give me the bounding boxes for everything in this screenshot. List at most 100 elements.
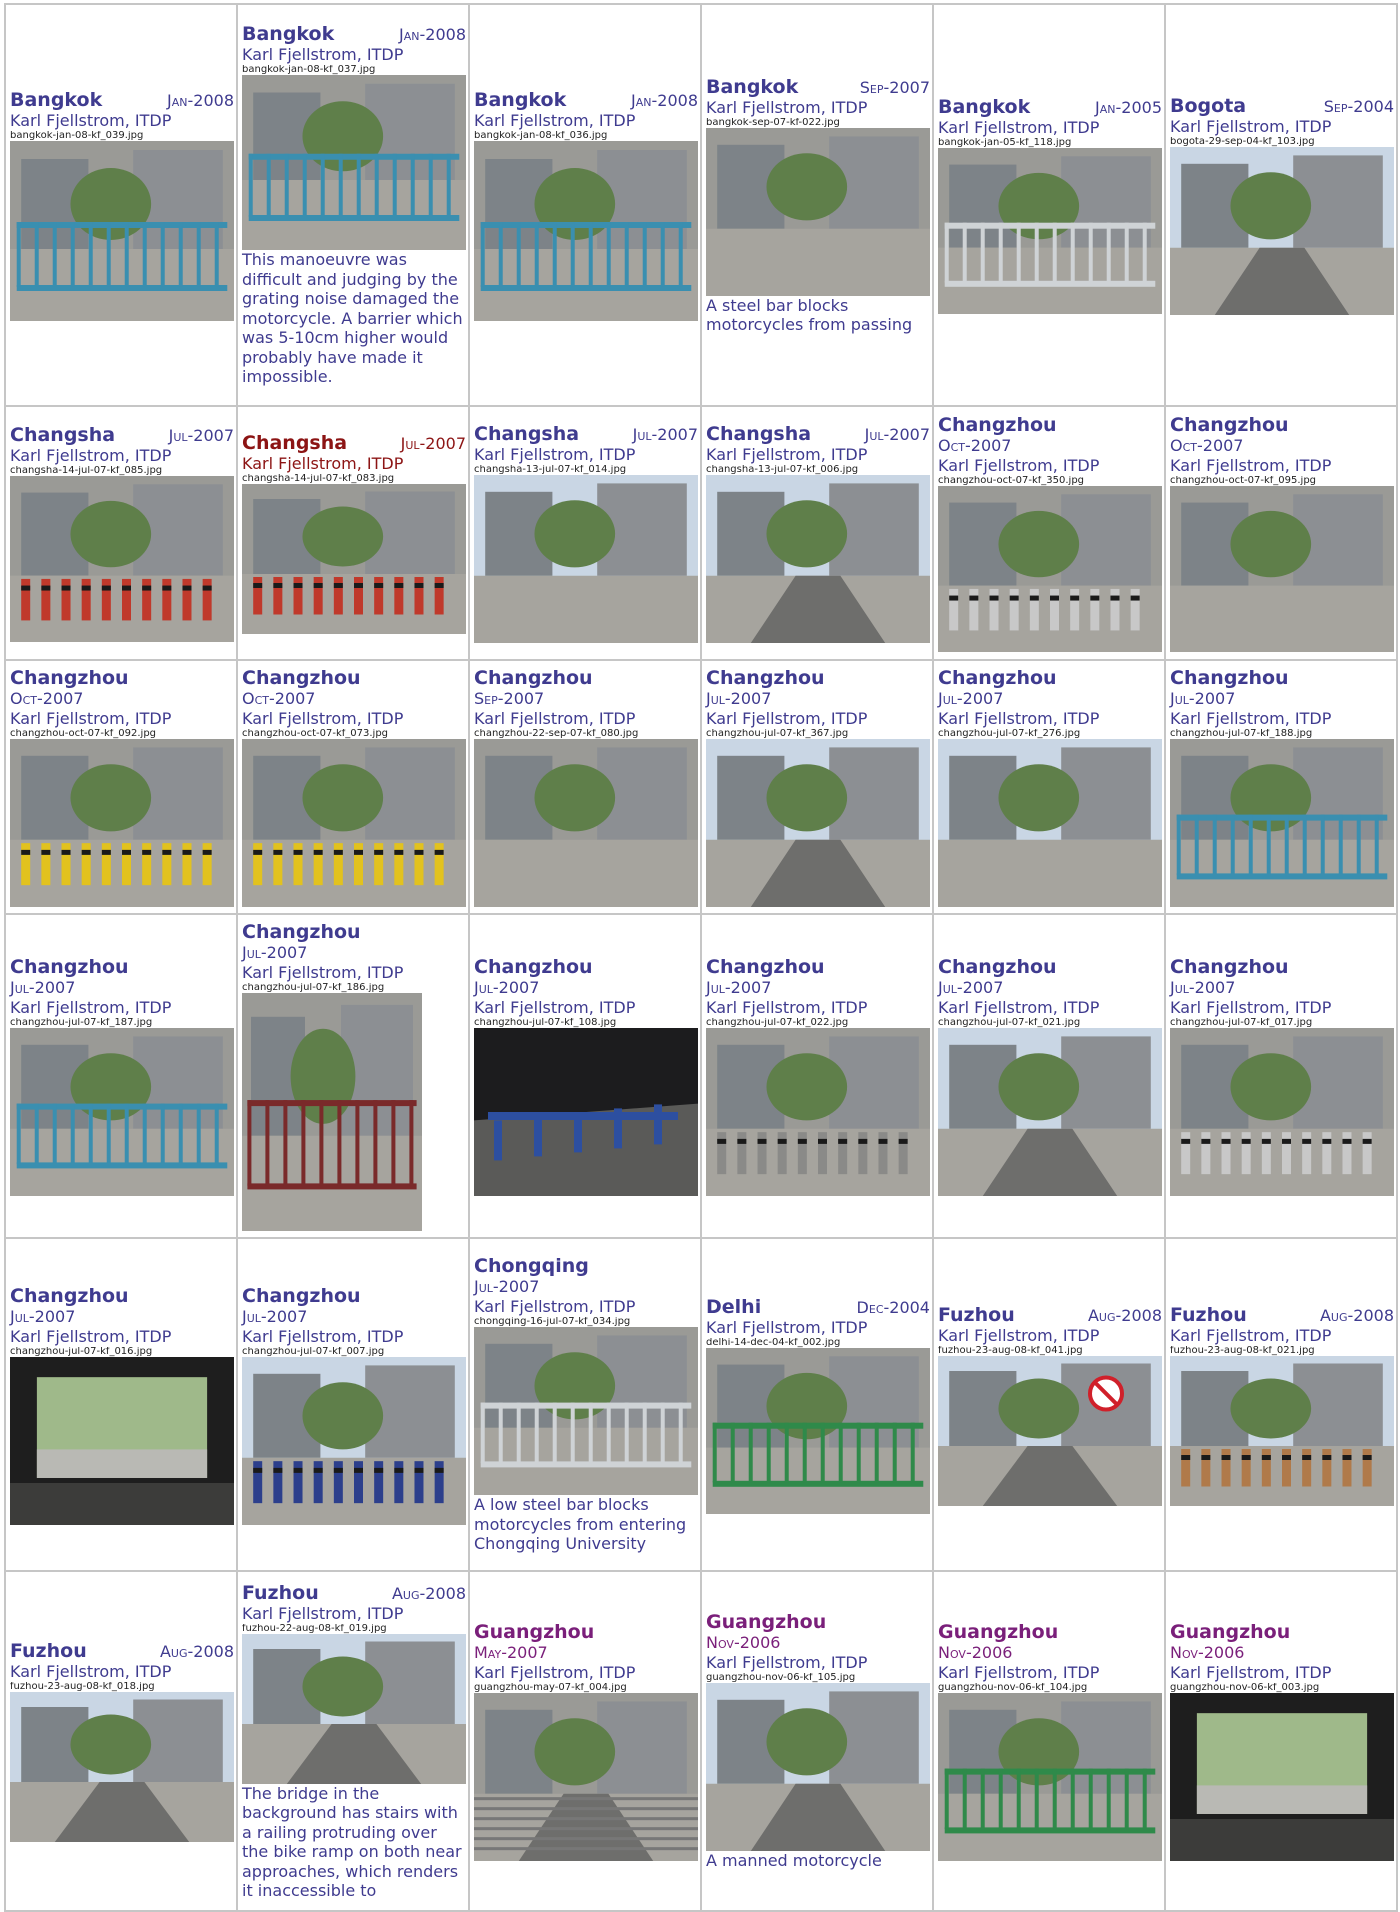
- photo-filename: changzhou-jul-07-kf_007.jpg: [242, 1346, 385, 1357]
- city-link[interactable]: Bangkok: [938, 96, 1030, 118]
- city-link[interactable]: Bangkok: [706, 76, 798, 98]
- photo-thumbnail[interactable]: [706, 475, 930, 643]
- photo-thumbnail[interactable]: [242, 739, 466, 907]
- card-header: Fuzhou Aug-2008: [242, 1582, 466, 1604]
- photo-thumbnail[interactable]: [938, 1693, 1162, 1861]
- photo-cell: Changsha Jul-2007 Karl Fjellstrom, ITDP cha…: [700, 405, 934, 661]
- city-link[interactable]: Fuzhou: [938, 1304, 1015, 1326]
- city-link[interactable]: Changzhou: [10, 667, 129, 689]
- photo-thumbnail[interactable]: [706, 1683, 930, 1852]
- card-header: Bangkok Jan-2008: [474, 89, 698, 111]
- photo-thumbnail[interactable]: [706, 739, 930, 907]
- photo-filename: changzhou-oct-07-kf_092.jpg: [10, 729, 157, 739]
- card-header: Delhi Dec-2004: [706, 1296, 930, 1318]
- photo-author: Karl Fjellstrom, ITDP: [706, 709, 868, 728]
- photo-date: Jan-2005: [1095, 98, 1162, 117]
- city-link[interactable]: Guangzhou: [706, 1611, 826, 1633]
- photo-thumbnail[interactable]: [938, 486, 1162, 652]
- city-link[interactable]: Delhi: [706, 1296, 761, 1318]
- photo-cell: Bogota Sep-2004 Karl Fjellstrom, ITDP bogot…: [1164, 3, 1398, 407]
- city-link[interactable]: Changzhou: [474, 667, 593, 689]
- photo-thumbnail[interactable]: [938, 1355, 1162, 1506]
- photo-thumbnail[interactable]: [706, 1347, 930, 1514]
- photo-thumbnail[interactable]: [474, 1028, 698, 1196]
- photo-thumbnail[interactable]: [1170, 739, 1394, 907]
- photo-thumbnail[interactable]: [474, 739, 698, 907]
- city-link[interactable]: Changzhou: [938, 956, 1057, 978]
- city-link[interactable]: Changsha: [242, 432, 347, 454]
- photo-filename: changzhou-jul-07-kf_367.jpg: [706, 729, 849, 739]
- photo-date: Jul-2007: [1170, 978, 1236, 997]
- photo-thumbnail[interactable]: [242, 484, 466, 634]
- city-link[interactable]: Guangzhou: [938, 1621, 1058, 1643]
- photo-thumbnail[interactable]: [10, 1356, 234, 1525]
- photo-thumbnail[interactable]: [242, 1633, 466, 1784]
- city-link[interactable]: Bangkok: [474, 89, 566, 111]
- photo-thumbnail[interactable]: [242, 75, 466, 251]
- photo-caption: A steel bar blocks motorcycles from pass…: [706, 295, 913, 335]
- city-link[interactable]: Changzhou: [938, 414, 1057, 436]
- photo-thumbnail[interactable]: [1170, 486, 1394, 652]
- city-link[interactable]: Changsha: [706, 423, 811, 445]
- photo-thumbnail[interactable]: [1170, 1355, 1394, 1506]
- photo-date: Sep-2004: [1323, 97, 1394, 116]
- city-link[interactable]: Bangkok: [242, 23, 334, 45]
- city-link[interactable]: Changzhou: [1170, 956, 1289, 978]
- photo-author: Karl Fjellstrom, ITDP: [1170, 1325, 1332, 1345]
- city-link[interactable]: Fuzhou: [1170, 1304, 1247, 1326]
- photo-filename: changzhou-jul-07-kf_021.jpg: [938, 1018, 1081, 1028]
- photo-thumbnail[interactable]: [474, 1693, 698, 1861]
- city-link[interactable]: Guangzhou: [1170, 1621, 1290, 1643]
- photo-author: Karl Fjellstrom, ITDP: [242, 709, 404, 728]
- photo-card: Changzhou Jul-2007 Karl Fjellstrom, ITDP ch…: [706, 667, 930, 907]
- city-link[interactable]: Changzhou: [242, 921, 361, 943]
- photo-thumbnail[interactable]: [10, 476, 234, 642]
- city-link[interactable]: Changzhou: [1170, 667, 1289, 689]
- photo-cell: Changzhou Jul-2007 Karl Fjellstrom, ITDP ch…: [4, 913, 238, 1239]
- photo-thumbnail[interactable]: [1170, 147, 1394, 315]
- photo-cell: Guangzhou Nov-2006 Karl Fjellstrom, ITDP gu…: [700, 1570, 934, 1912]
- city-link[interactable]: Changzhou: [10, 956, 129, 978]
- city-link[interactable]: Changzhou: [706, 667, 825, 689]
- photo-thumbnail[interactable]: [10, 739, 234, 907]
- city-link[interactable]: Bogota: [1170, 95, 1246, 117]
- photo-caption: This manoeuvre was difficult and judging…: [242, 250, 463, 387]
- city-link[interactable]: Changsha: [474, 423, 579, 445]
- photo-thumbnail[interactable]: [706, 127, 930, 296]
- photo-thumbnail[interactable]: [10, 1692, 234, 1842]
- city-link[interactable]: Bangkok: [10, 89, 102, 111]
- photo-thumbnail[interactable]: [1170, 1693, 1394, 1861]
- city-link[interactable]: Changzhou: [242, 667, 361, 689]
- city-link[interactable]: Chongqing: [474, 1255, 589, 1277]
- card-header: Changsha Jul-2007: [242, 432, 466, 454]
- city-link[interactable]: Changzhou: [242, 1285, 361, 1307]
- city-link[interactable]: Fuzhou: [242, 1582, 319, 1604]
- gallery-row: Changsha Jul-2007 Karl Fjellstrom, ITDP cha…: [4, 405, 1398, 661]
- city-link[interactable]: Changsha: [10, 424, 115, 446]
- photo-thumbnail[interactable]: [938, 739, 1162, 907]
- photo-date: Jul-2007: [242, 943, 308, 962]
- city-link[interactable]: Changzhou: [706, 956, 825, 978]
- city-link[interactable]: Changzhou: [938, 667, 1057, 689]
- photo-thumbnail[interactable]: [1170, 1028, 1394, 1196]
- photo-thumbnail[interactable]: [474, 141, 698, 321]
- photo-card: Guangzhou Nov-2006 Karl Fjellstrom, ITDP gu…: [1170, 1621, 1394, 1861]
- photo-thumbnail[interactable]: [706, 1028, 930, 1196]
- city-link[interactable]: Changzhou: [1170, 414, 1289, 436]
- photo-thumbnail[interactable]: [938, 148, 1162, 314]
- photo-filename: bangkok-sep-07-kf-022.jpg: [706, 117, 840, 128]
- photo-thumbnail[interactable]: [10, 141, 234, 321]
- photo-thumbnail[interactable]: [938, 1028, 1162, 1196]
- photo-thumbnail[interactable]: [242, 1356, 466, 1525]
- city-link[interactable]: Guangzhou: [474, 1621, 594, 1643]
- photo-thumbnail[interactable]: [474, 1327, 698, 1496]
- city-link[interactable]: Fuzhou: [10, 1640, 87, 1662]
- photo-thumbnail[interactable]: [242, 993, 466, 1231]
- gallery-row: Fuzhou Aug-2008 Karl Fjellstrom, ITDP fuzho…: [4, 1570, 1398, 1912]
- city-link[interactable]: Changzhou: [10, 1285, 129, 1307]
- photo-author: Karl Fjellstrom, ITDP: [938, 118, 1100, 137]
- photo-thumbnail[interactable]: [10, 1028, 234, 1196]
- city-link[interactable]: Changzhou: [474, 956, 593, 978]
- photo-thumbnail[interactable]: [474, 475, 698, 643]
- photo-filename: chongqing-16-jul-07-kf_034.jpg: [474, 1317, 631, 1328]
